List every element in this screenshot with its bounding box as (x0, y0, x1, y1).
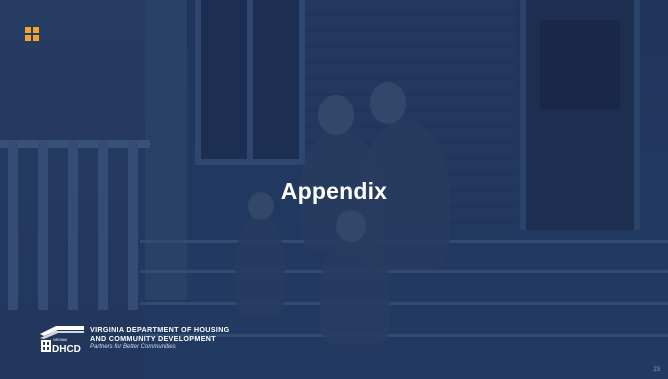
slide-title: Appendix (280, 178, 388, 204)
agency-tagline: Partners for Better Communities (90, 344, 176, 350)
page-number: 23 (653, 367, 660, 373)
logo-small-text: VIRGINIA (53, 338, 68, 342)
agency-name-line2: AND COMMUNITY DEVELOPMENT (90, 334, 216, 343)
agency-name-line1: VIRGINIA DEPARTMENT OF HOUSING (90, 325, 230, 334)
dhcd-house-logo-icon: VIRGINIA DHCD (40, 326, 84, 354)
agency-name: VIRGINIA DEPARTMENT OF HOUSING AND COMMU… (90, 325, 230, 351)
agency-logo: VIRGINIA DHCD VIRGINIA DEPARTMENT OF HOU… (38, 322, 248, 354)
grid-icon (25, 27, 39, 41)
logo-acronym: DHCD (52, 344, 81, 354)
slide: Appendix VIRGINIA DHCD VIRGINIA DEPARTME… (0, 0, 668, 379)
